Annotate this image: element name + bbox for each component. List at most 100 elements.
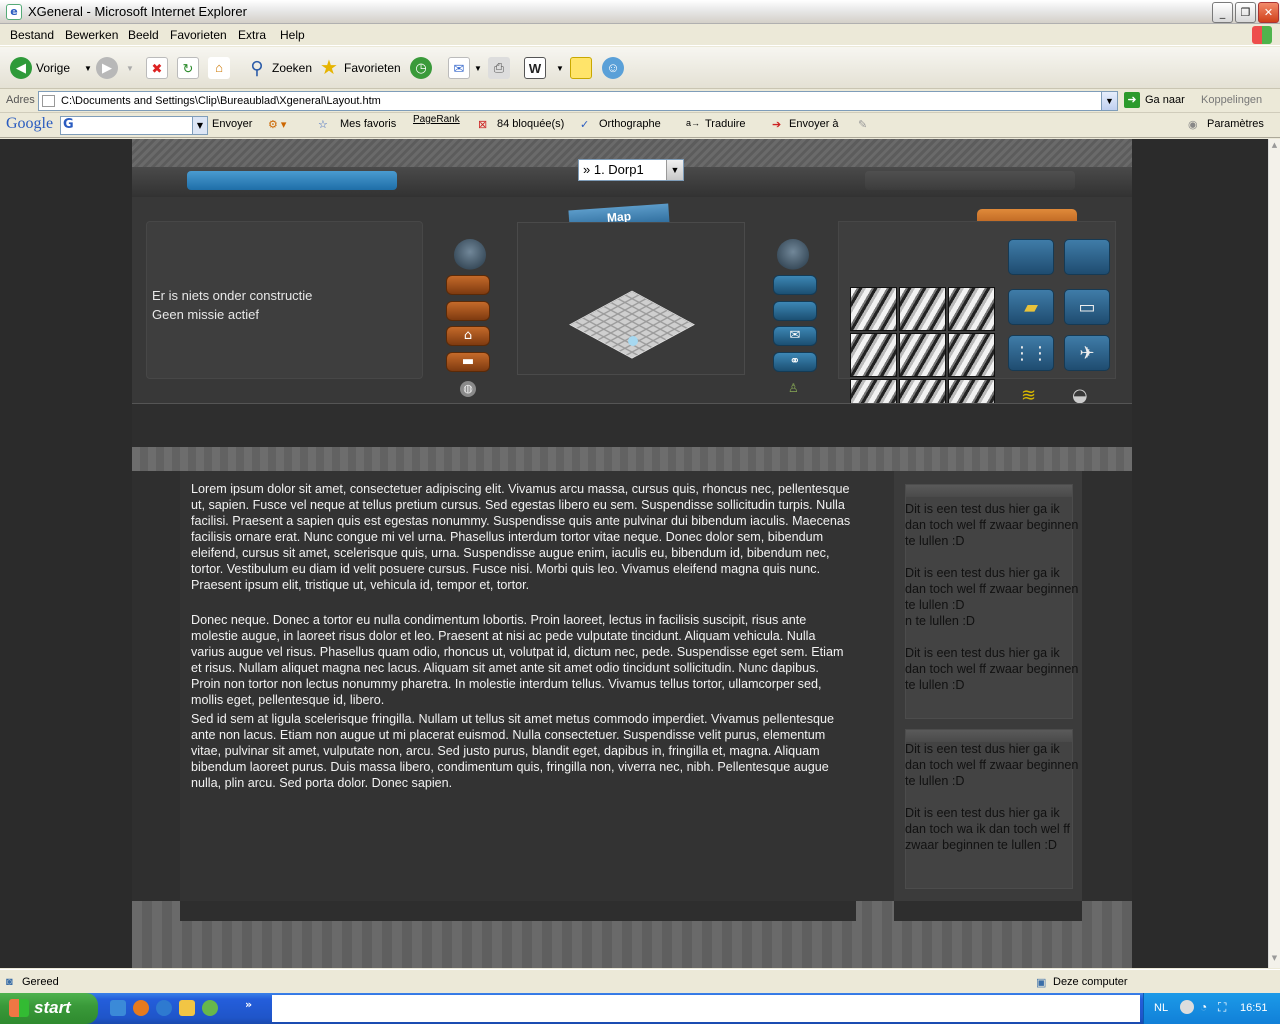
refresh-icon: ↻ bbox=[177, 57, 199, 79]
back-dropdown-icon[interactable]: ▼ bbox=[84, 64, 92, 73]
menu-favorieten[interactable]: Favorieten bbox=[170, 28, 227, 42]
favorites-label: Favorieten bbox=[344, 61, 401, 75]
unit-slot-5[interactable] bbox=[899, 333, 946, 377]
computer-zone-icon: ▣ bbox=[1036, 977, 1047, 989]
address-input[interactable]: C:\Documents and Settings\Clip\Bureaubla… bbox=[38, 91, 1118, 111]
ie-icon: e bbox=[6, 4, 22, 20]
stop-button[interactable]: ✖ bbox=[146, 55, 172, 81]
address-label: Adres bbox=[6, 94, 35, 106]
taskbar: start » NL ◔ ⛶ 16:51 bbox=[0, 993, 1280, 1024]
unit-slot-2[interactable] bbox=[899, 287, 946, 331]
gold-bars-icon[interactable]: ▰ bbox=[1008, 289, 1054, 325]
mail-dropdown-icon[interactable]: ▼ bbox=[474, 64, 482, 73]
app-quicklaunch-icon[interactable] bbox=[202, 1000, 218, 1016]
silver-bar-icon[interactable]: ▭ bbox=[1064, 289, 1110, 325]
nav-mail-button[interactable]: ✉ bbox=[773, 326, 817, 346]
isometric-map-grid[interactable] bbox=[543, 290, 721, 387]
nav-button-r2[interactable] bbox=[773, 301, 817, 321]
security-zone: Deze computer bbox=[1053, 976, 1128, 988]
sendto-icon: ➔ bbox=[772, 119, 782, 131]
sendto-button[interactable]: Envoyer à bbox=[789, 118, 839, 130]
settings-button[interactable]: Paramètres bbox=[1207, 118, 1264, 130]
village-select[interactable]: » 1. Dorp1 ▼ bbox=[578, 159, 684, 181]
nav-alliance-button[interactable]: ⚭ bbox=[773, 352, 817, 372]
unit-slot-6[interactable] bbox=[948, 333, 995, 377]
forward-dropdown-icon[interactable]: ▼ bbox=[126, 64, 134, 73]
notes-button[interactable] bbox=[570, 55, 596, 81]
jet-icon[interactable]: ✈ bbox=[1064, 335, 1110, 371]
alliance-icon: ⚭ bbox=[789, 354, 801, 369]
refresh-button[interactable]: ↻ bbox=[177, 55, 203, 81]
print-button[interactable]: ⎙ bbox=[488, 55, 514, 81]
globe-icon[interactable]: ◍ bbox=[460, 381, 476, 397]
menu-bewerken[interactable]: Bewerken bbox=[65, 28, 118, 42]
quicklaunch-desktop-icon[interactable] bbox=[110, 1000, 126, 1016]
google-search-input[interactable]: G ▼ bbox=[60, 116, 208, 135]
restore-button[interactable]: ❐ bbox=[1235, 2, 1256, 23]
nav-home-button[interactable]: ⌂ bbox=[446, 326, 490, 346]
address-url: C:\Documents and Settings\Clip\Bureaubla… bbox=[61, 95, 381, 107]
menu-bestand[interactable]: Bestand bbox=[10, 28, 54, 42]
tray-volume-icon[interactable]: ◔ bbox=[1200, 1000, 1207, 1014]
edit-dropdown-icon[interactable]: ▼ bbox=[556, 64, 564, 73]
start-label: start bbox=[34, 998, 71, 1017]
unit-slot-3[interactable] bbox=[948, 287, 995, 331]
pagerank-label[interactable]: PageRank bbox=[413, 114, 460, 125]
nav-button-r1[interactable] bbox=[773, 275, 817, 295]
google-send-button[interactable]: Envoyer bbox=[212, 118, 252, 130]
popups-blocked[interactable]: 84 bloquée(s) bbox=[497, 118, 564, 130]
nav-button-1[interactable] bbox=[446, 275, 490, 295]
home-button[interactable]: ⌂ bbox=[208, 55, 234, 81]
right-orb-icon bbox=[777, 239, 809, 271]
translate-button[interactable]: Traduire bbox=[705, 118, 746, 130]
nav-weapons-button[interactable]: ▬ bbox=[446, 352, 490, 372]
scroll-up-icon[interactable]: ▲ bbox=[1269, 141, 1280, 153]
spellcheck-button[interactable]: Orthographe bbox=[599, 118, 661, 130]
highlighter-icon[interactable]: ✎ bbox=[858, 118, 867, 131]
search-button[interactable]: ⚲ Zoeken bbox=[246, 55, 312, 81]
google-options-icon[interactable]: ⚙ ▾ bbox=[268, 118, 286, 131]
resource-tile-1[interactable] bbox=[1008, 239, 1054, 275]
firefox-icon[interactable] bbox=[133, 1000, 149, 1016]
quicklaunch-more-icon[interactable]: » bbox=[245, 998, 252, 1011]
go-button[interactable]: ➜ Ga naar bbox=[1124, 92, 1185, 108]
nav-button-2[interactable] bbox=[446, 301, 490, 321]
taskbar-window-area[interactable] bbox=[272, 995, 1140, 1022]
search-label: Zoeken bbox=[272, 61, 313, 75]
edit-button[interactable]: W ▼ bbox=[524, 55, 564, 81]
unit-slot-1[interactable] bbox=[850, 287, 897, 331]
menu-beeld[interactable]: Beeld bbox=[128, 28, 159, 42]
language-indicator[interactable]: NL bbox=[1154, 1002, 1168, 1014]
google-logo[interactable]: Google bbox=[6, 115, 53, 133]
google-favs-button[interactable]: Mes favoris bbox=[340, 118, 396, 130]
messenger-button[interactable]: ☺ bbox=[602, 55, 628, 81]
links-button[interactable]: Koppelingen bbox=[1201, 94, 1262, 106]
vertical-scrollbar[interactable]: ▲ ▼ bbox=[1268, 139, 1280, 968]
history-button[interactable]: ◷ bbox=[410, 55, 436, 81]
address-dropdown-icon[interactable]: ▼ bbox=[1101, 92, 1117, 110]
profile-icon[interactable]: ♙ bbox=[788, 381, 799, 395]
resource-tile-2[interactable] bbox=[1064, 239, 1110, 275]
ie-quicklaunch-icon[interactable] bbox=[156, 1000, 172, 1016]
close-button[interactable]: ✕ bbox=[1258, 2, 1279, 23]
tray-network-icon[interactable]: ⛶ bbox=[1218, 1000, 1226, 1015]
favorites-button[interactable]: ★ Favorieten bbox=[318, 55, 401, 81]
google-dropdown-icon[interactable]: ▼ bbox=[192, 117, 207, 134]
panel-bottom-bar bbox=[132, 403, 1132, 447]
sidebar-text-2: Dit is een test dus hier ga ik dan toch … bbox=[905, 566, 1079, 628]
unit-slot-4[interactable] bbox=[850, 333, 897, 377]
forward-button[interactable]: ▶ ▼ bbox=[96, 55, 134, 81]
ammo-icon[interactable]: ⋮⋮ bbox=[1008, 335, 1054, 371]
menu-extra[interactable]: Extra bbox=[238, 28, 266, 42]
scroll-down-icon[interactable]: ▼ bbox=[1269, 954, 1280, 966]
minimize-button[interactable]: _ bbox=[1212, 2, 1233, 23]
map-player-marker[interactable] bbox=[628, 336, 638, 346]
back-button[interactable]: ◀ Vorige ▼ bbox=[10, 55, 92, 81]
tray-chevron-icon[interactable] bbox=[1180, 1000, 1194, 1014]
messenger-icon: ☺ bbox=[602, 57, 624, 79]
folder-icon[interactable] bbox=[179, 1000, 195, 1016]
start-button[interactable]: start bbox=[0, 993, 98, 1024]
menu-help[interactable]: Help bbox=[280, 28, 305, 42]
window-titlebar: e XGeneral - Microsoft Internet Explorer… bbox=[0, 0, 1280, 24]
mail-button[interactable]: ✉ ▼ bbox=[448, 55, 482, 81]
